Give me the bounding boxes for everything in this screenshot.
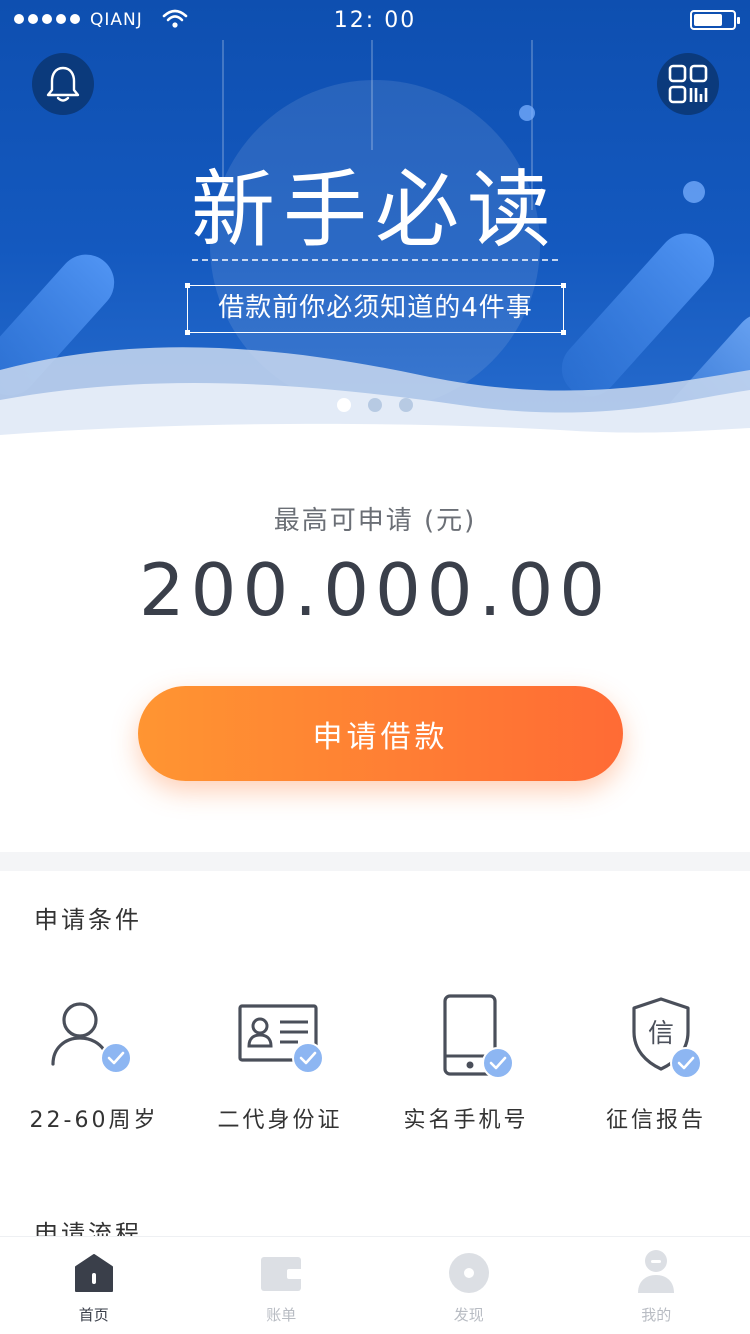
apply-loan-button[interactable]: 申请借款	[138, 686, 623, 781]
battery-icon	[690, 10, 740, 30]
condition-label: 二代身份证	[217, 1108, 343, 1133]
bottom-tab-bar: 首页 账单 发现 我的	[0, 1236, 750, 1334]
hero-banner[interactable]: QIANJ 12: 00 新手必读 借款前你必须知道的4件事	[0, 0, 750, 455]
tab-label: 发现	[453, 1306, 484, 1324]
tab-label: 首页	[78, 1306, 109, 1324]
status-bar: QIANJ 12: 00	[0, 0, 750, 40]
scan-button[interactable]	[657, 53, 719, 115]
tab-home[interactable]: 首页	[0, 1237, 188, 1334]
loan-limit-label: 最高可申请 (元)	[273, 506, 477, 536]
banner-bubble	[519, 105, 535, 121]
condition-item: 二代身份证	[186, 990, 374, 1140]
carousel-dot[interactable]	[337, 398, 351, 412]
check-icon	[670, 1047, 702, 1079]
tab-label: 账单	[266, 1306, 297, 1324]
check-icon	[482, 1047, 514, 1079]
profile-icon	[638, 1250, 675, 1293]
tab-label: 我的	[641, 1306, 672, 1324]
wallet-icon	[261, 1257, 304, 1291]
banner-subtitle: 借款前你必须知道的4件事	[218, 293, 533, 323]
qr-scan-icon	[668, 64, 708, 104]
banner-beam	[371, 40, 373, 150]
carousel-indicator[interactable]	[0, 398, 750, 412]
svg-text:信: 信	[648, 1019, 674, 1049]
check-icon	[100, 1042, 132, 1074]
tab-profile[interactable]: 我的	[563, 1237, 750, 1334]
check-icon	[292, 1042, 324, 1074]
condition-item: 22-60周岁	[0, 990, 188, 1140]
tab-bills[interactable]: 账单	[188, 1237, 376, 1334]
condition-label: 实名手机号	[403, 1108, 529, 1133]
section-divider	[0, 852, 750, 871]
condition-label: 22-60周岁	[29, 1108, 159, 1133]
condition-label: 征信报告	[605, 1108, 706, 1133]
condition-item: 信 征信报告	[562, 990, 750, 1140]
banner-title: 新手必读	[190, 161, 559, 259]
notification-button[interactable]	[32, 53, 94, 115]
banner-subtitle-box: 借款前你必须知道的4件事	[185, 283, 566, 335]
banner-wave	[0, 347, 750, 455]
bell-icon	[46, 66, 80, 102]
conditions-title: 申请条件	[34, 906, 142, 934]
carousel-dot[interactable]	[399, 398, 413, 412]
carousel-dot[interactable]	[368, 398, 382, 412]
loan-limit-amount: 200.000.00	[138, 548, 612, 632]
tab-discover[interactable]: 发现	[375, 1237, 563, 1334]
condition-item: 实名手机号	[372, 990, 560, 1140]
banner-divider	[192, 259, 558, 261]
home-icon	[74, 1254, 113, 1292]
discover-icon	[448, 1253, 489, 1293]
status-time: 12: 00	[333, 8, 417, 33]
